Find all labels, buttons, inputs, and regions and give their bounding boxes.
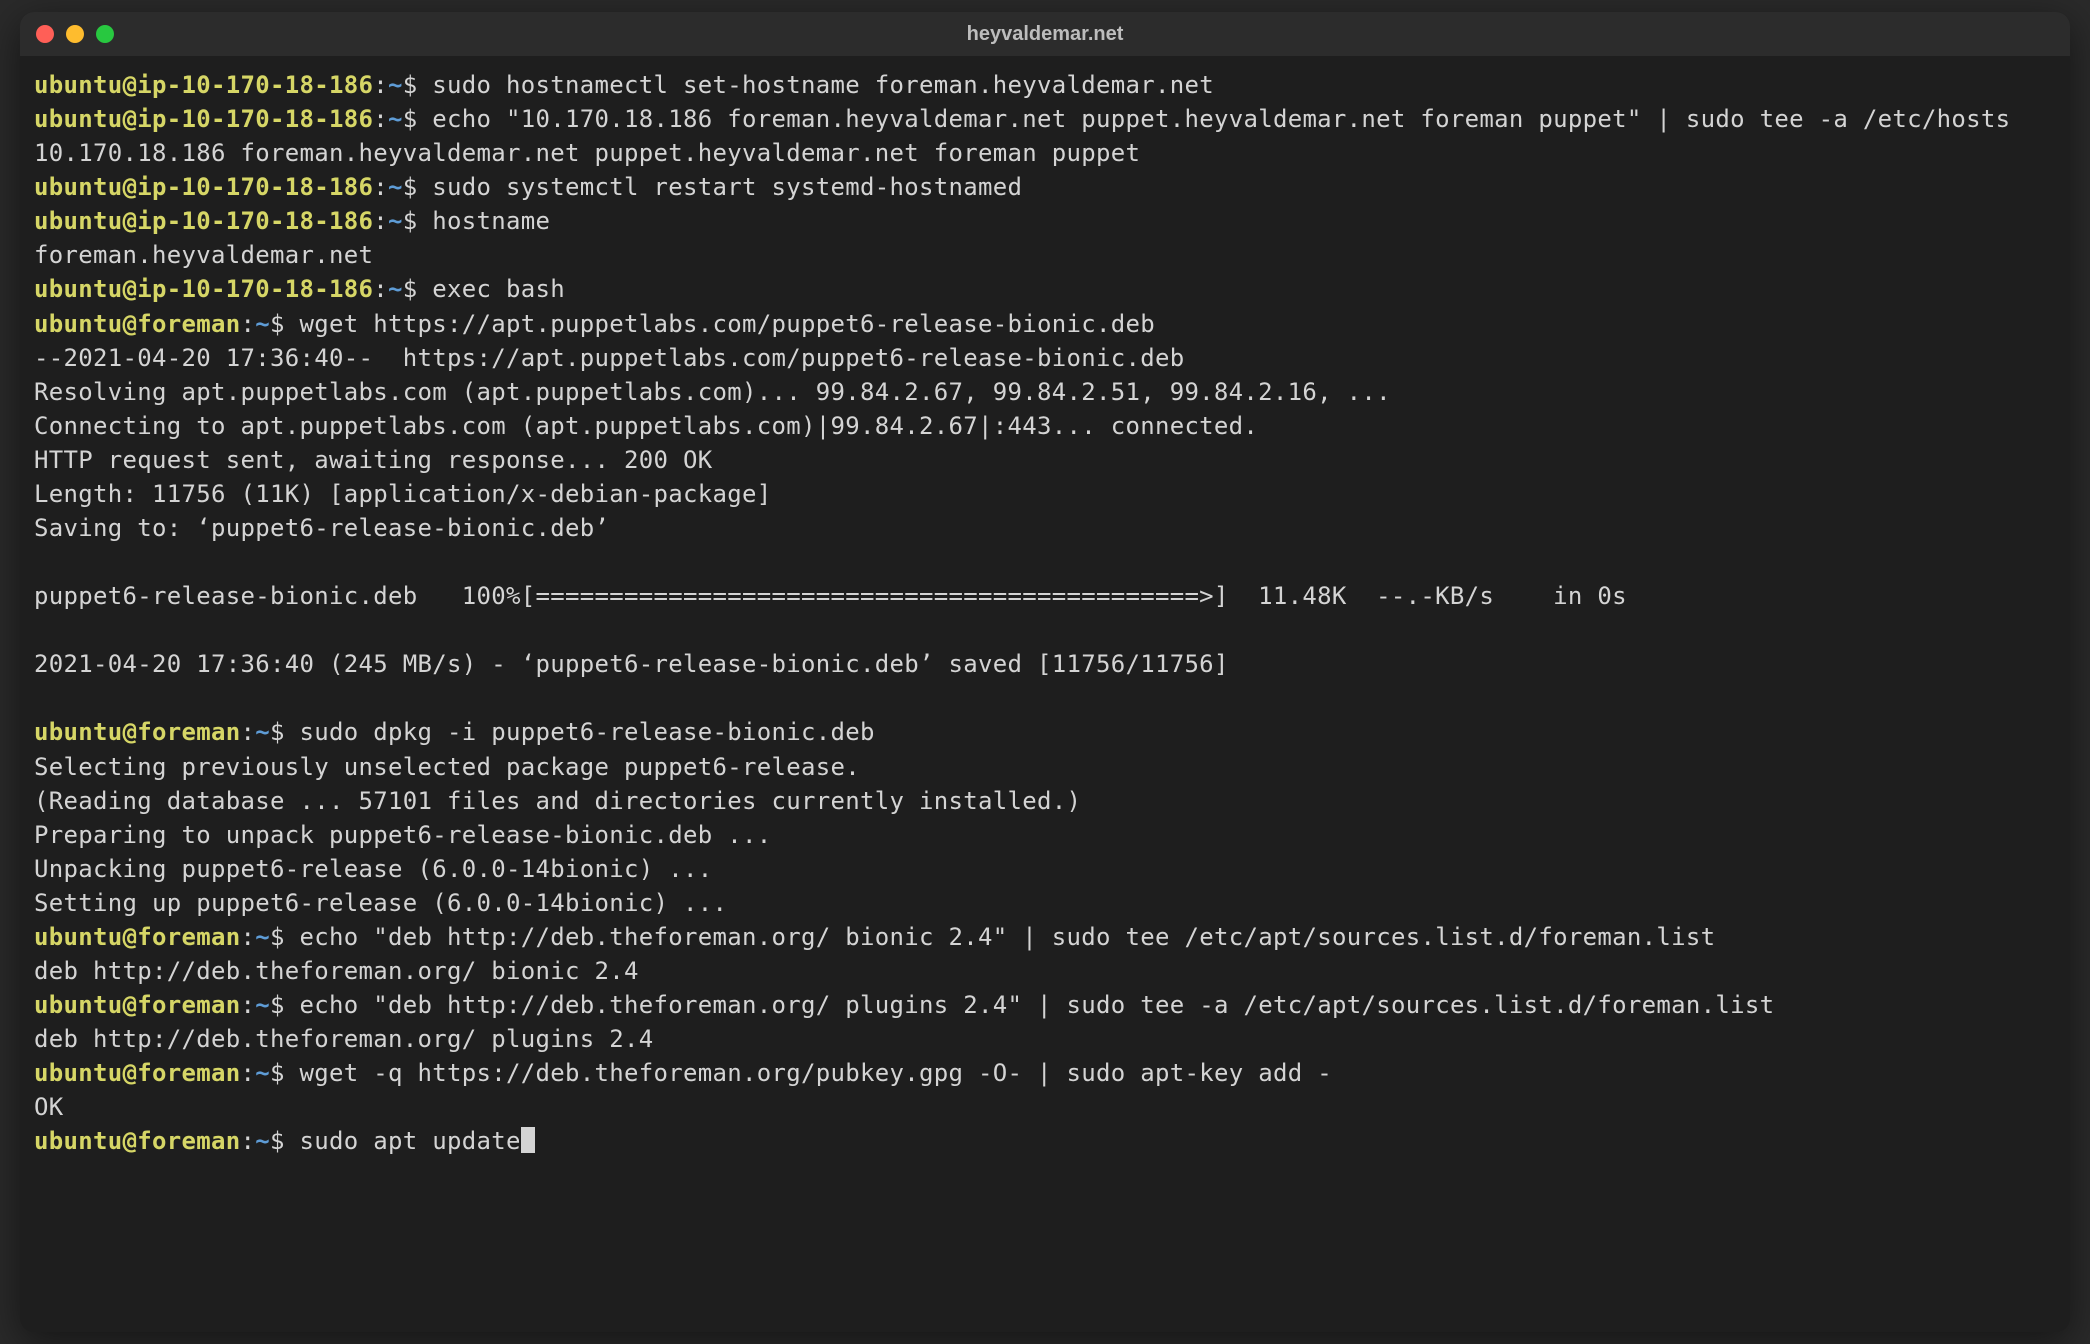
output-line: Resolving apt.puppetlabs.com (apt.puppet… (34, 375, 2056, 409)
prompt-path: ~ (255, 1127, 270, 1155)
output-line (34, 681, 2056, 715)
window-title: heyvaldemar.net (967, 23, 1124, 46)
output-line: puppet6-release-bionic.deb 100%[========… (34, 579, 2056, 613)
prompt-path: ~ (388, 105, 403, 133)
prompt-path: ~ (255, 718, 270, 746)
command: sudo hostnamectl set-hostname foreman.he… (432, 71, 1214, 99)
prompt-path: ~ (388, 71, 403, 99)
output-line: Connecting to apt.puppetlabs.com (apt.pu… (34, 409, 2056, 443)
output-line: Setting up puppet6-release (6.0.0-14bion… (34, 886, 2056, 920)
prompt-userhost: ubuntu@foreman (34, 1127, 241, 1155)
traffic-lights (36, 25, 114, 43)
titlebar: heyvaldemar.net (20, 12, 2070, 56)
close-button[interactable] (36, 25, 54, 43)
minimize-button[interactable] (66, 25, 84, 43)
output-line: deb http://deb.theforeman.org/ bionic 2.… (34, 954, 2056, 988)
output-line: foreman.heyvaldemar.net (34, 238, 2056, 272)
command: wget -q https://deb.theforeman.org/pubke… (300, 1059, 1332, 1087)
output-line: (Reading database ... 57101 files and di… (34, 784, 2056, 818)
command: echo "deb http://deb.theforeman.org/ bio… (300, 923, 1716, 951)
command: hostname (432, 207, 550, 235)
command: exec bash (432, 275, 565, 303)
prompt-userhost: ubuntu@ip-10-170-18-186 (34, 105, 373, 133)
command: sudo dpkg -i puppet6-release-bionic.deb (300, 718, 875, 746)
prompt-userhost: ubuntu@ip-10-170-18-186 (34, 207, 373, 235)
output-line: Preparing to unpack puppet6-release-bion… (34, 818, 2056, 852)
command: wget https://apt.puppetlabs.com/puppet6-… (300, 310, 1155, 338)
command: sudo apt update (300, 1127, 521, 1155)
output-line: Selecting previously unselected package … (34, 750, 2056, 784)
output-line: deb http://deb.theforeman.org/ plugins 2… (34, 1022, 2056, 1056)
terminal-window: heyvaldemar.net ubuntu@ip-10-170-18-186:… (20, 12, 2070, 1332)
prompt-path: ~ (388, 207, 403, 235)
output-line: --2021-04-20 17:36:40-- https://apt.pupp… (34, 341, 2056, 375)
output-line: OK (34, 1090, 2056, 1124)
prompt-path: ~ (388, 275, 403, 303)
output-line: Length: 11756 (11K) [application/x-debia… (34, 477, 2056, 511)
output-line: HTTP request sent, awaiting response... … (34, 443, 2056, 477)
prompt-path: ~ (255, 1059, 270, 1087)
output-line (34, 545, 2056, 579)
prompt-userhost: ubuntu@ip-10-170-18-186 (34, 71, 373, 99)
terminal-output[interactable]: ubuntu@ip-10-170-18-186:~$ sudo hostname… (20, 56, 2070, 1332)
prompt-userhost: ubuntu@foreman (34, 1059, 241, 1087)
command: sudo systemctl restart systemd-hostnamed (432, 173, 1022, 201)
prompt-userhost: ubuntu@foreman (34, 923, 241, 951)
output-line: Unpacking puppet6-release (6.0.0-14bioni… (34, 852, 2056, 886)
output-line: 10.170.18.186 foreman.heyvaldemar.net pu… (34, 136, 2056, 170)
output-line (34, 613, 2056, 647)
command: echo "10.170.18.186 foreman.heyvaldemar.… (432, 105, 2010, 133)
prompt-path: ~ (255, 991, 270, 1019)
cursor (521, 1127, 535, 1153)
prompt-userhost: ubuntu@ip-10-170-18-186 (34, 275, 373, 303)
output-line: Saving to: ‘puppet6-release-bionic.deb’ (34, 511, 2056, 545)
prompt-userhost: ubuntu@foreman (34, 718, 241, 746)
prompt-userhost: ubuntu@foreman (34, 991, 241, 1019)
output-line: 2021-04-20 17:36:40 (245 MB/s) - ‘puppet… (34, 647, 2056, 681)
prompt-userhost: ubuntu@foreman (34, 310, 241, 338)
prompt-path: ~ (255, 310, 270, 338)
prompt-path: ~ (255, 923, 270, 951)
prompt-userhost: ubuntu@ip-10-170-18-186 (34, 173, 373, 201)
maximize-button[interactable] (96, 25, 114, 43)
prompt-path: ~ (388, 173, 403, 201)
command: echo "deb http://deb.theforeman.org/ plu… (300, 991, 1775, 1019)
